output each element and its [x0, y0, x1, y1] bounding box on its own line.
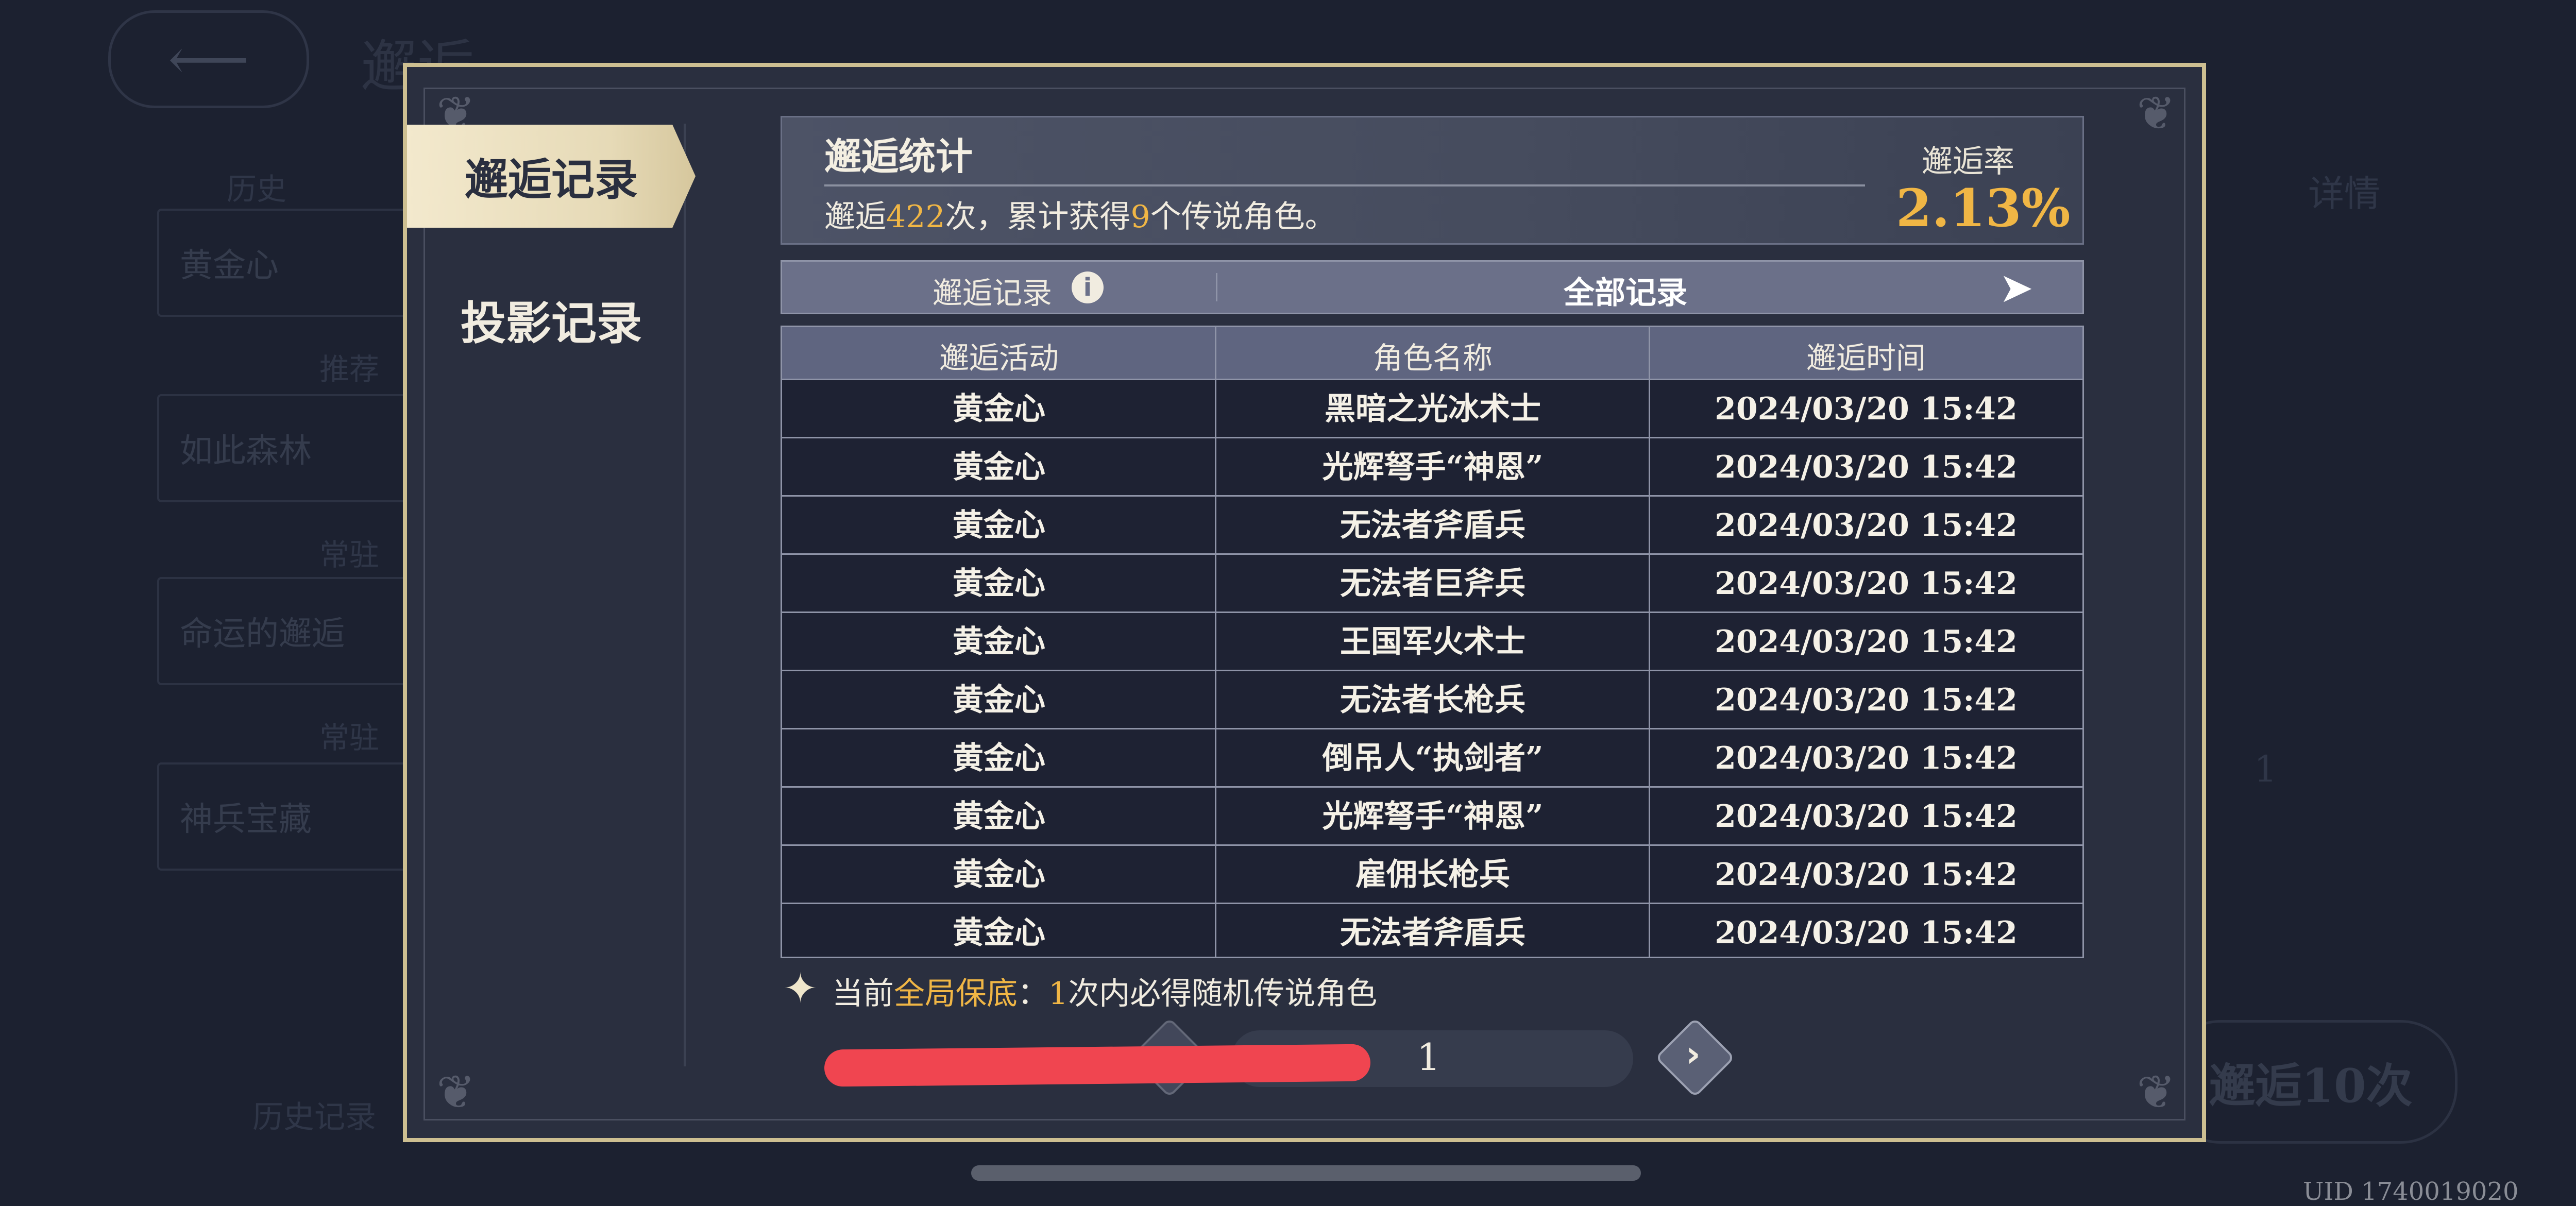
- background-banner-item: 命运的邂逅: [157, 577, 425, 685]
- cell-time: 2024/03/20 15:42: [1715, 915, 2018, 951]
- cell-activity: 黄金心: [953, 857, 1045, 893]
- current-page-number: 1: [1417, 1035, 1440, 1079]
- background-banner-item: 黄金心: [157, 209, 425, 317]
- cell-time: 2024/03/20 15:42: [1715, 799, 2018, 835]
- cell-character: 王国军火术士: [1340, 624, 1526, 660]
- chevron-right-icon[interactable]: ➤: [1999, 264, 2033, 312]
- cell-character: 雇佣长枪兵: [1355, 857, 1510, 893]
- filter-divider: [1216, 273, 1217, 301]
- background-pull-ten-button: 邂逅10次: [2164, 1020, 2458, 1144]
- filter-dropdown[interactable]: 全部记录: [1564, 268, 1687, 313]
- background-top-counter: 1: [2254, 748, 2277, 790]
- uid-label: UID 1740019020: [2303, 1177, 2519, 1206]
- rate-label: 邂逅率: [1922, 144, 2014, 180]
- cell-time: 2024/03/20 15:42: [1715, 507, 2018, 543]
- background-left-header: 常驻: [319, 720, 380, 755]
- cell-time: 2024/03/20 15:42: [1715, 740, 2018, 776]
- background-banner-item: 如此森林: [157, 394, 425, 502]
- cell-activity: 黄金心: [953, 682, 1045, 718]
- redaction-mark: [824, 1044, 1371, 1087]
- cell-time: 2024/03/20 15:42: [1715, 449, 2018, 485]
- cell-character: 无法者长枪兵: [1340, 682, 1526, 718]
- summary-prefix: 邂逅: [824, 199, 886, 235]
- guarantee-colon: ：: [1018, 976, 1048, 1012]
- stats-divider: [824, 184, 1865, 186]
- background-detail-label: 详情: [2308, 173, 2380, 215]
- cell-activity: 黄金心: [953, 624, 1045, 660]
- cell-activity: 黄金心: [953, 799, 1045, 835]
- cell-character: 黑暗之光冰术士: [1325, 391, 1541, 427]
- cell-time: 2024/03/20 15:42: [1715, 624, 2018, 660]
- rate-value: 2.13%: [1896, 178, 2071, 239]
- cell-time: 2024/03/20 15:42: [1715, 857, 2018, 893]
- column-header-time: 邂逅时间: [1806, 341, 1926, 376]
- background-banner-item: 神兵宝藏: [157, 762, 425, 871]
- cell-character: 倒吊人“执剑者”: [1322, 740, 1544, 776]
- summary-suffix: 个传说角色。: [1150, 199, 1336, 235]
- cell-activity: 黄金心: [953, 507, 1045, 543]
- cell-activity: 黄金心: [953, 566, 1045, 602]
- cell-character: 无法者斧盾兵: [1340, 507, 1526, 543]
- guarantee-highlight: 全局保底: [894, 976, 1018, 1012]
- ornament-icon: ❦: [436, 1065, 476, 1119]
- cell-activity: 黄金心: [953, 915, 1045, 951]
- guarantee-prefix: 当前: [832, 976, 894, 1012]
- back-button: ⟵: [108, 10, 309, 108]
- filter-label: 邂逅记录: [933, 276, 1053, 311]
- tab-projection-records[interactable]: 投影记录: [407, 273, 696, 366]
- sidebar-divider: [684, 124, 686, 1066]
- cell-time: 2024/03/20 15:42: [1715, 682, 2018, 718]
- background-left-header: 历史: [227, 172, 287, 207]
- stats-summary: 邂逅422次，累计获得9个传说角色。: [824, 192, 1336, 236]
- column-header-activity: 邂逅活动: [939, 341, 1059, 376]
- cell-time: 2024/03/20 15:42: [1715, 566, 2018, 602]
- cell-activity: 黄金心: [953, 391, 1045, 427]
- ornament-icon: ❦: [2137, 1065, 2176, 1119]
- cell-character: 无法者巨斧兵: [1340, 566, 1526, 602]
- background-history-label: 历史记录: [252, 1099, 376, 1135]
- ornament-icon: ❦: [2137, 86, 2176, 141]
- guarantee-suffix: 次内必得随机传说角色: [1068, 976, 1378, 1012]
- column-header-character: 角色名称: [1372, 341, 1493, 376]
- cell-activity: 黄金心: [953, 449, 1045, 485]
- cell-time: 2024/03/20 15:42: [1715, 391, 2018, 427]
- total-pulls: 422: [886, 199, 945, 235]
- background-left-header: 常驻: [319, 537, 380, 572]
- cell-character: 无法者斧盾兵: [1340, 915, 1526, 951]
- sparkle-icon: ✦: [783, 964, 818, 1012]
- tab-encounter-records[interactable]: 邂逅记录: [407, 125, 696, 228]
- cell-character: 光辉弩手“神恩”: [1322, 799, 1544, 835]
- stats-title: 邂逅统计: [824, 134, 973, 178]
- legend-count: 9: [1130, 199, 1150, 235]
- cell-activity: 黄金心: [953, 740, 1045, 776]
- background-left-header: 推荐: [319, 352, 380, 387]
- summary-mid: 次，累计获得: [945, 199, 1131, 235]
- guarantee-note: 当前全局保底：1次内必得随机传说角色: [832, 969, 1377, 1013]
- home-indicator[interactable]: [971, 1165, 1641, 1181]
- chevron-right-icon[interactable]: ›: [1686, 1033, 1701, 1075]
- info-icon[interactable]: i: [1072, 271, 1104, 303]
- guarantee-count: 1: [1048, 976, 1069, 1012]
- cell-character: 光辉弩手“神恩”: [1322, 449, 1544, 485]
